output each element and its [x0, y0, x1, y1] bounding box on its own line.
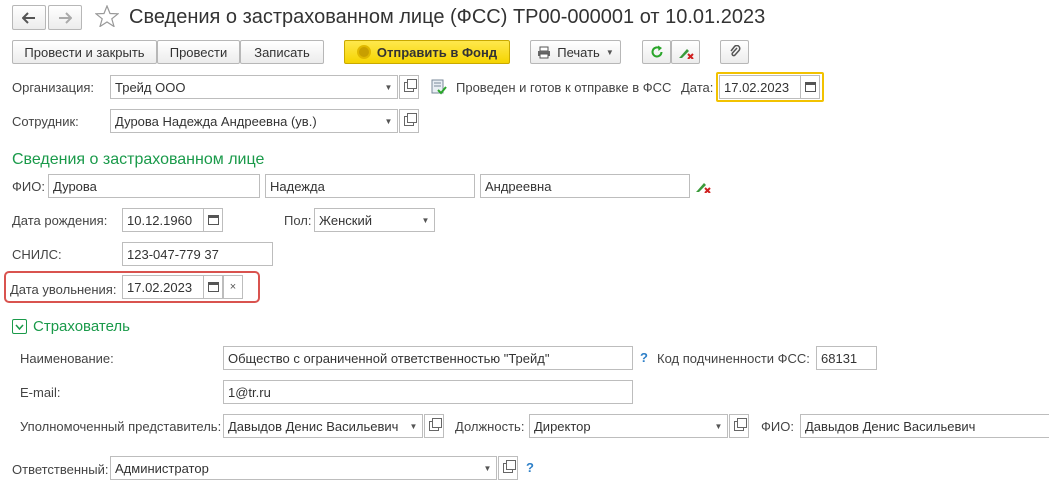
- edit-clear-button[interactable]: [671, 40, 700, 64]
- edit-clear-icon: [678, 49, 694, 59]
- write-button[interactable]: Записать: [240, 40, 324, 64]
- snils-field[interactable]: 123-047-779 37: [122, 242, 273, 266]
- employee-field[interactable]: Дурова Надежда Андреевна (ув.): [110, 109, 381, 133]
- representative-open-button[interactable]: [424, 414, 444, 438]
- send-to-fund-button[interactable]: Отправить в Фонд: [344, 40, 510, 64]
- date-calendar-button[interactable]: [800, 75, 820, 99]
- employee-dropdown-button[interactable]: ▼: [380, 109, 398, 133]
- calendar-icon: [804, 82, 816, 92]
- insurer-section-title: Страхователь: [33, 318, 130, 335]
- chevron-down-icon: ▼: [409, 421, 418, 431]
- fio-label: ФИО:: [12, 179, 45, 194]
- post-button[interactable]: Провести: [157, 40, 240, 64]
- open-icon: [404, 113, 417, 126]
- date-label: Дата:: [681, 80, 714, 95]
- birth-date-label: Дата рождения:: [12, 213, 108, 228]
- last-name-field[interactable]: Дурова: [48, 174, 260, 198]
- document-check-icon: [431, 79, 447, 95]
- chevron-down-icon: ▼: [384, 82, 393, 92]
- back-button[interactable]: [12, 5, 46, 30]
- responsible-field[interactable]: Администратор: [110, 456, 480, 480]
- send-to-fund-label: Отправить в Фонд: [376, 44, 498, 60]
- chevron-down-icon: ▼: [421, 215, 430, 225]
- refresh-button[interactable]: [642, 40, 671, 64]
- representative-field[interactable]: Давыдов Денис Васильевич: [223, 414, 406, 438]
- date-field[interactable]: 17.02.2023: [719, 75, 801, 99]
- chevron-down-icon: ▼: [384, 116, 393, 126]
- favorite-star-icon[interactable]: [94, 4, 120, 30]
- birth-date-field[interactable]: 10.12.1960: [122, 208, 204, 232]
- first-name-field[interactable]: Надежда: [265, 174, 475, 198]
- refresh-icon: [651, 45, 662, 58]
- employee-open-button[interactable]: [399, 109, 419, 133]
- help-icon[interactable]: ?: [640, 350, 648, 365]
- paperclip-icon: [729, 45, 740, 57]
- forward-arrow-icon: [59, 11, 72, 24]
- representative-label: Уполномоченный представитель:: [20, 419, 222, 434]
- org-open-button[interactable]: [399, 75, 419, 99]
- open-icon: [429, 418, 442, 431]
- email-label: E-mail:: [20, 385, 61, 400]
- snils-label: СНИЛС:: [12, 247, 62, 262]
- position-label: Должность:: [455, 419, 525, 434]
- responsible-open-button[interactable]: [498, 456, 518, 480]
- insurer-name-label: Наименование:: [20, 351, 114, 366]
- dismissal-date-label: Дата увольнения:: [10, 282, 117, 297]
- gender-label: Пол:: [284, 213, 312, 228]
- position-field[interactable]: Директор: [529, 414, 711, 438]
- open-icon: [404, 79, 417, 92]
- clear-icon: ×: [229, 281, 237, 293]
- chevron-down-icon: ▼: [605, 47, 614, 57]
- insurer-collapse-toggle[interactable]: [12, 319, 27, 334]
- dismissal-date-clear-button[interactable]: ×: [223, 275, 243, 299]
- chevron-down-icon: ▼: [714, 421, 723, 431]
- representative-dropdown-button[interactable]: ▼: [405, 414, 423, 438]
- org-dropdown-button[interactable]: ▼: [380, 75, 398, 99]
- fss-code-field[interactable]: 68131: [816, 346, 877, 370]
- insured-section-title: Сведения о застрахованном лице: [12, 151, 265, 168]
- forward-button[interactable]: [48, 5, 82, 30]
- calendar-icon: [207, 215, 219, 225]
- insurer-name-field[interactable]: Общество с ограниченной ответственностью…: [223, 346, 633, 370]
- page-title: Сведения о застрахованном лице (ФСС) ТР0…: [129, 6, 766, 28]
- chevron-down-icon: ▼: [483, 463, 492, 473]
- position-open-button[interactable]: [729, 414, 749, 438]
- dismissal-date-calendar-button[interactable]: [203, 275, 223, 299]
- attach-button[interactable]: [720, 40, 749, 64]
- representative-fio-field[interactable]: Давыдов Денис Васильевич: [800, 414, 1049, 438]
- dismissal-date-field[interactable]: 17.02.2023: [122, 275, 204, 299]
- print-label: Печать: [557, 44, 600, 60]
- chevron-down-icon: [15, 324, 24, 330]
- position-dropdown-button[interactable]: ▼: [710, 414, 728, 438]
- middle-name-field[interactable]: Андреевна: [480, 174, 690, 198]
- post-and-close-button[interactable]: Провести и закрыть: [12, 40, 157, 64]
- calendar-icon: [207, 282, 219, 292]
- print-button[interactable]: Печать ▼: [530, 40, 621, 64]
- gender-field[interactable]: Женский: [314, 208, 418, 232]
- fund-icon: [356, 45, 371, 59]
- fss-code-label: Код подчиненности ФСС:: [657, 351, 810, 366]
- birth-date-calendar-button[interactable]: [203, 208, 223, 232]
- responsible-dropdown-button[interactable]: ▼: [479, 456, 497, 480]
- printer-icon: [538, 46, 551, 58]
- open-icon: [734, 418, 747, 431]
- open-icon: [503, 460, 516, 473]
- email-field[interactable]: 1@tr.ru: [223, 380, 633, 404]
- org-label: Организация:: [12, 80, 95, 95]
- responsible-label: Ответственный:: [12, 462, 109, 477]
- back-arrow-icon: [22, 11, 35, 24]
- edit-clear-icon[interactable]: [695, 179, 711, 193]
- representative-fio-label: ФИО:: [761, 419, 794, 434]
- org-field[interactable]: Трейд ООО: [110, 75, 381, 99]
- help-icon[interactable]: ?: [526, 460, 534, 475]
- gender-dropdown-button[interactable]: ▼: [417, 208, 435, 232]
- status-text: Проведен и готов к отправке в ФСС: [456, 80, 672, 95]
- employee-label: Сотрудник:: [12, 114, 79, 129]
